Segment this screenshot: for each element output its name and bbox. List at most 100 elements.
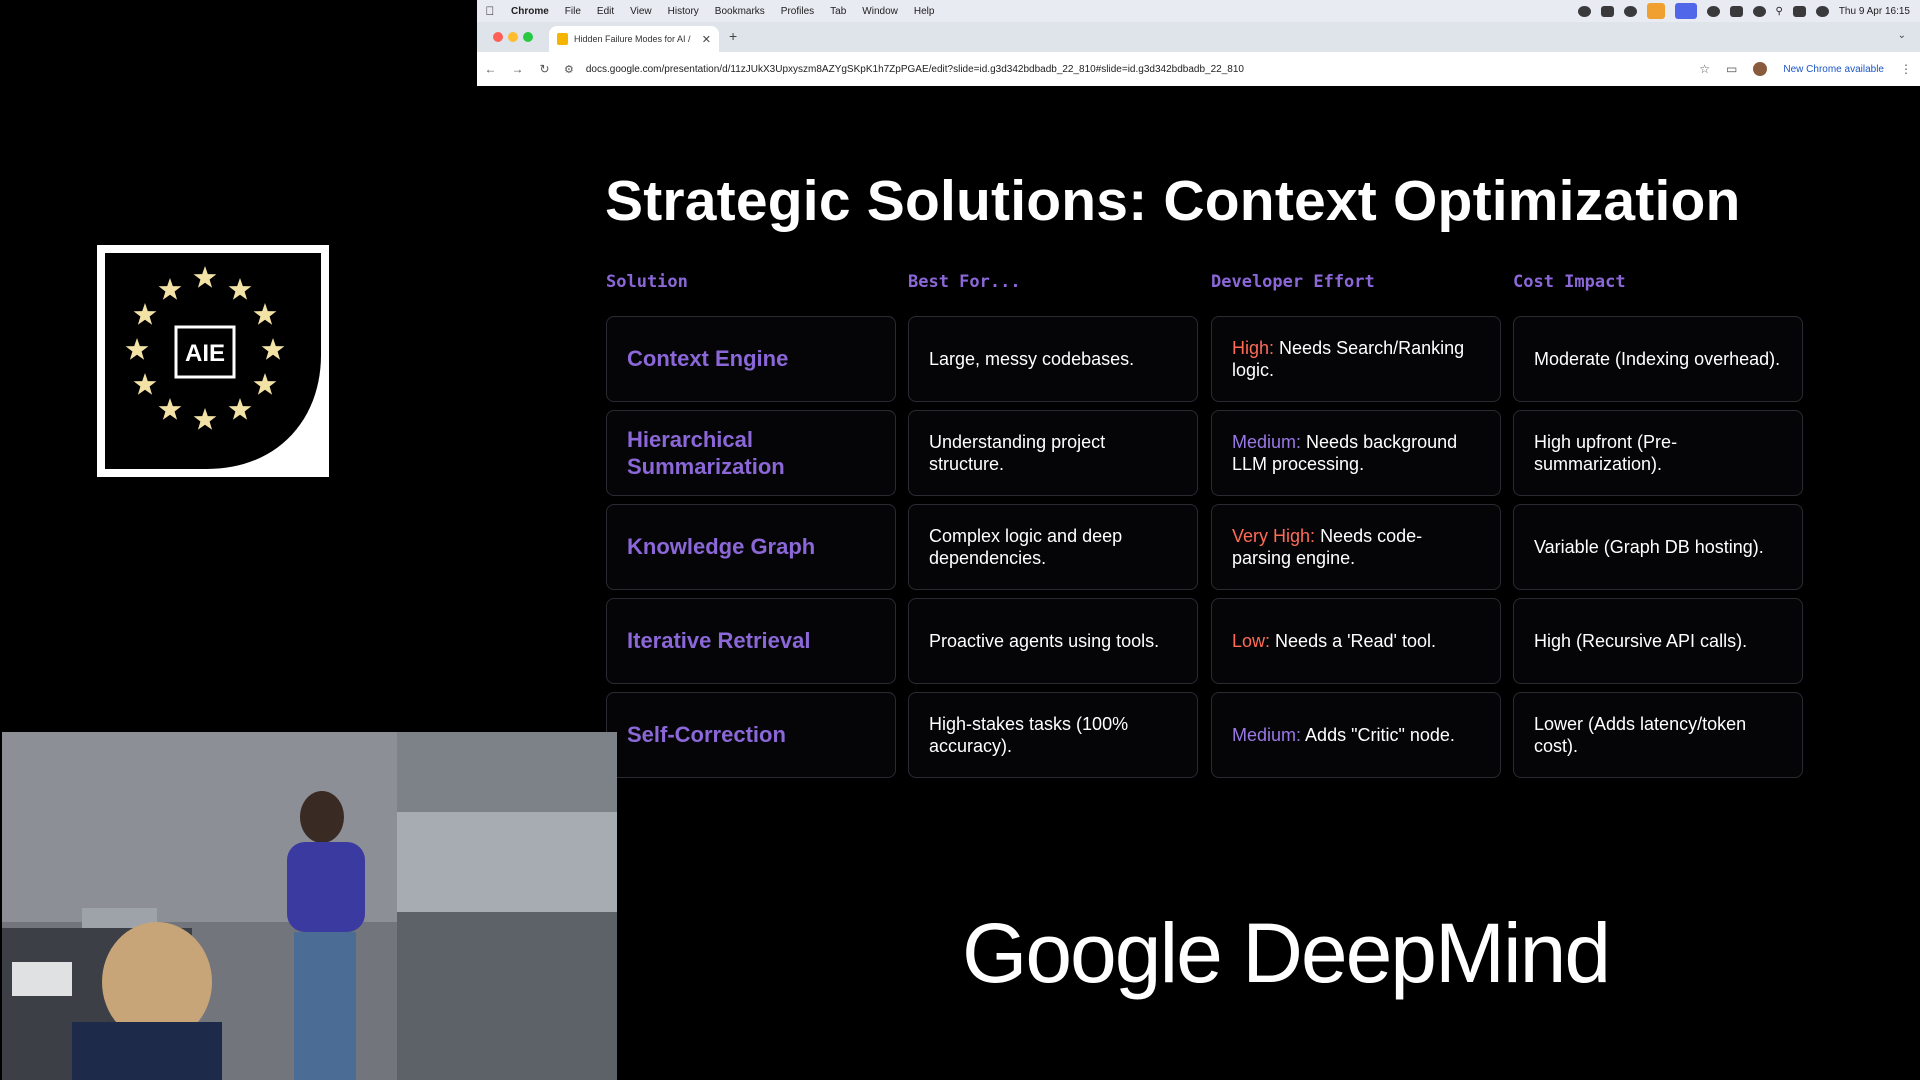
spotlight-search-icon[interactable]: ⚲ (1776, 6, 1783, 17)
cost-cell: Lower (Adds latency/token cost). (1513, 692, 1803, 778)
menu-bar-clock[interactable]: Thu 9 Apr 16:15 (1839, 6, 1910, 17)
best-for-text: Complex logic and deep dependencies. (929, 525, 1123, 569)
best-for-cell: Proactive agents using tools. (908, 598, 1198, 684)
browser-tab[interactable]: Hidden Failure Modes for AI / ✕ (549, 26, 719, 52)
site-info-icon[interactable]: ⚙ (564, 63, 574, 76)
effort-level: Low: (1232, 630, 1271, 651)
effort-cell: High: Needs Search/Ranking logic. (1211, 316, 1501, 402)
forward-arrow-icon[interactable]: → (504, 62, 531, 76)
best-for-cell: High-stakes tasks (100% accuracy). (908, 692, 1198, 778)
cost-cell: Variable (Graph DB hosting). (1513, 504, 1803, 590)
effort-cell: Very High: Needs code-parsing engine. (1211, 504, 1501, 590)
header-solution: Solution (606, 272, 688, 292)
effort-text: Needs a 'Read' tool. (1275, 630, 1437, 651)
menu-view[interactable]: View (622, 6, 660, 17)
menu-tab[interactable]: Tab (822, 6, 854, 17)
best-for-text: Understanding project structure. (929, 431, 1106, 475)
battery-icon[interactable] (1729, 5, 1743, 17)
effort-level: Medium: (1232, 431, 1302, 452)
status-tray-icon[interactable] (1577, 5, 1591, 17)
effort-level: Medium: (1232, 724, 1302, 745)
solution-cell: Context Engine (606, 316, 896, 402)
menu-help[interactable]: Help (906, 6, 943, 17)
back-arrow-icon[interactable]: ← (477, 62, 504, 76)
cost-cell: High upfront (Pre-summarization). (1513, 410, 1803, 496)
best-for-text: Large, messy codebases. (929, 348, 1135, 369)
bookmark-star-icon[interactable]: ☆ (1699, 62, 1710, 76)
effort-cell: Low: Needs a 'Read' tool. (1211, 598, 1501, 684)
speaker-video-frame (2, 732, 617, 1080)
slide-title: Strategic Solutions: Context Optimizatio… (605, 169, 1741, 233)
slides-favicon-icon (557, 33, 568, 45)
best-for-cell: Understanding project structure. (908, 410, 1198, 496)
header-developer-effort: Developer Effort (1211, 272, 1375, 292)
more-menu-icon[interactable]: ⋮ (1900, 62, 1912, 76)
menu-bar-status-area: ⚲ Thu 9 Apr 16:15 (1577, 0, 1910, 22)
cost-cell: High (Recursive API calls). (1513, 598, 1803, 684)
extensions-icon[interactable]: ▭ (1726, 62, 1737, 76)
menu-edit[interactable]: Edit (589, 6, 622, 17)
solution-cell: Knowledge Graph (606, 504, 896, 590)
aie-logo-text: AIE (185, 340, 225, 367)
toolbar-actions: ☆ ▭ New Chrome available ⋮ (1699, 52, 1912, 86)
status-tray-icon[interactable] (1600, 5, 1614, 17)
microphone-icon[interactable] (1646, 3, 1665, 19)
status-tray-icon[interactable] (1623, 5, 1637, 17)
screen-share-icon[interactable] (1674, 3, 1697, 19)
cost-text: High (Recursive API calls). (1534, 630, 1748, 651)
menu-app-name[interactable]: Chrome (503, 6, 557, 17)
menu-window[interactable]: Window (854, 6, 906, 17)
cost-text: Lower (Adds latency/token cost). (1534, 713, 1747, 757)
tab-title: Hidden Failure Modes for AI / (574, 34, 691, 44)
window-minimize-button[interactable] (508, 32, 518, 42)
window-maximize-button[interactable] (523, 32, 533, 42)
cost-text: Moderate (Indexing overhead). (1534, 348, 1781, 369)
speaker-camera-feed (2, 732, 617, 1080)
cost-cell: Moderate (Indexing overhead). (1513, 316, 1803, 402)
solution-name: Hierarchical Summarization (627, 426, 785, 480)
effort-level: High: (1232, 337, 1275, 358)
best-for-cell: Complex logic and deep dependencies. (908, 504, 1198, 590)
reload-icon[interactable]: ↻ (531, 62, 558, 76)
tab-strip: Hidden Failure Modes for AI / ✕ + ⌄ (477, 22, 1920, 52)
apple-menu-icon[interactable]:  (477, 4, 503, 18)
do-not-disturb-icon[interactable] (1706, 5, 1720, 17)
google-deepmind-logo: Google DeepMind (962, 906, 1611, 1000)
best-for-cell: Large, messy codebases. (908, 316, 1198, 402)
solution-cell: Iterative Retrieval (606, 598, 896, 684)
chrome-update-button[interactable]: New Chrome available (1783, 64, 1884, 75)
best-for-text: Proactive agents using tools. (929, 630, 1160, 651)
effort-cell: Medium: Needs background LLM processing. (1211, 410, 1501, 496)
macos-menu-bar:  Chrome File Edit View History Bookmark… (477, 0, 1920, 22)
header-cost-impact: Cost Impact (1513, 272, 1626, 292)
solution-name: Context Engine (627, 346, 789, 372)
menu-profiles[interactable]: Profiles (773, 6, 822, 17)
window-close-button[interactable] (493, 32, 503, 42)
effort-cell: Medium: Adds "Critic" node. (1211, 692, 1501, 778)
address-bar[interactable]: docs.google.com/presentation/d/11zJUkX3U… (586, 64, 1244, 75)
cost-text: Variable (Graph DB hosting). (1534, 536, 1764, 557)
menu-file[interactable]: File (557, 6, 589, 17)
menu-bookmarks[interactable]: Bookmarks (707, 6, 773, 17)
control-center-icon[interactable] (1792, 5, 1806, 17)
tab-search-chevron-icon[interactable]: ⌄ (1898, 30, 1906, 41)
best-for-text: High-stakes tasks (100% accuracy). (929, 713, 1129, 757)
effort-level: Very High: (1232, 525, 1316, 546)
siri-icon[interactable] (1815, 5, 1829, 17)
header-best-for: Best For... (908, 272, 1021, 292)
projector-screen (397, 812, 617, 912)
aie-event-logo: AIE (97, 245, 329, 477)
solution-cell: Self-Correction (606, 692, 896, 778)
menu-history[interactable]: History (660, 6, 707, 17)
solution-name: Self-Correction (627, 722, 786, 748)
effort-text: Adds "Critic" node. (1305, 724, 1455, 745)
browser-window:  Chrome File Edit View History Bookmark… (477, 0, 1920, 86)
solution-name: Iterative Retrieval (627, 628, 811, 654)
new-tab-button[interactable]: + (729, 28, 737, 44)
wifi-icon[interactable] (1752, 5, 1766, 17)
solution-name: Knowledge Graph (627, 534, 816, 560)
profile-avatar[interactable] (1753, 62, 1768, 76)
browser-toolbar: ← → ↻ ⚙ docs.google.com/presentation/d/1… (477, 52, 1920, 86)
tab-close-icon[interactable]: ✕ (702, 33, 711, 46)
cost-text: High upfront (Pre-summarization). (1534, 431, 1678, 475)
